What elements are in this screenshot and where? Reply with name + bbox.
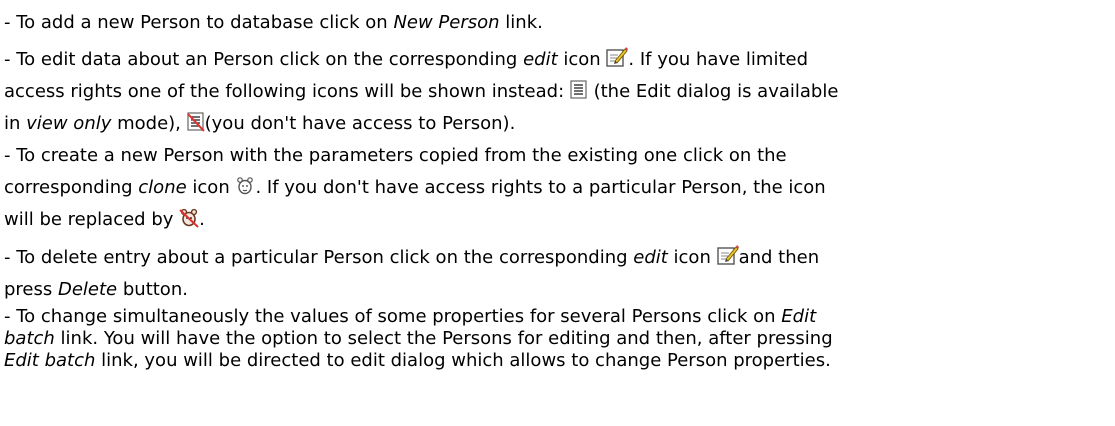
- text: . If you have limited: [628, 49, 809, 70]
- edit-instruction: - To edit data about an Person click on …: [4, 42, 1111, 140]
- text: - To create a new Person with the parame…: [4, 145, 787, 166]
- emphasis: Edit batch: [4, 350, 96, 371]
- text: link, you will be directed to edit dialo…: [95, 350, 831, 371]
- text: link. You will have the option to select…: [54, 328, 833, 349]
- emphasis: clone: [138, 177, 187, 198]
- text: and then: [738, 247, 820, 268]
- emphasis: Delete: [57, 279, 118, 300]
- text: mode),: [111, 113, 187, 134]
- text: .: [199, 209, 205, 230]
- text: . If you don't have access rights to a p…: [255, 177, 826, 198]
- text: - To edit data about an Person click on …: [4, 49, 524, 70]
- delete-instruction: - To delete entry about a particular Per…: [4, 242, 1111, 306]
- text: press: [4, 279, 58, 300]
- clone-denied-icon: [179, 208, 199, 228]
- emphasis: Edit: [781, 306, 817, 327]
- text: - To add a new Person to database click …: [4, 12, 394, 33]
- no-access-icon: [186, 112, 205, 132]
- text: will be replaced by: [4, 209, 180, 230]
- view-only-icon: [570, 80, 588, 100]
- edit-pencil-icon: [606, 46, 629, 68]
- text: icon: [557, 49, 607, 70]
- text: (the Edit dialog is available: [587, 81, 839, 102]
- text: icon: [186, 177, 236, 198]
- new-person-instruction: - To add a new Person to database click …: [4, 4, 1111, 42]
- help-document: - To add a new Person to database click …: [0, 0, 1115, 372]
- emphasis: view only: [26, 113, 112, 134]
- text: in: [4, 113, 27, 134]
- edit-pencil-icon: [716, 244, 739, 266]
- text: (you don't have access to Person).: [204, 113, 516, 134]
- text: icon: [667, 247, 717, 268]
- emphasis: batch: [4, 328, 55, 349]
- text: - To delete entry about a particular Per…: [4, 247, 634, 268]
- emphasis: edit: [633, 247, 668, 268]
- text: corresponding: [4, 177, 139, 198]
- text: button.: [117, 279, 188, 300]
- emphasis: edit: [523, 49, 558, 70]
- text: access rights one of the following icons…: [4, 81, 570, 102]
- edit-batch-instruction: - To change simultaneously the values of…: [4, 306, 1111, 372]
- text: link.: [499, 12, 543, 33]
- text: - To change simultaneously the values of…: [4, 306, 782, 327]
- clone-icon: [235, 176, 255, 196]
- clone-instruction: - To create a new Person with the parame…: [4, 140, 1111, 236]
- new-person-link-text: New Person: [393, 12, 500, 33]
